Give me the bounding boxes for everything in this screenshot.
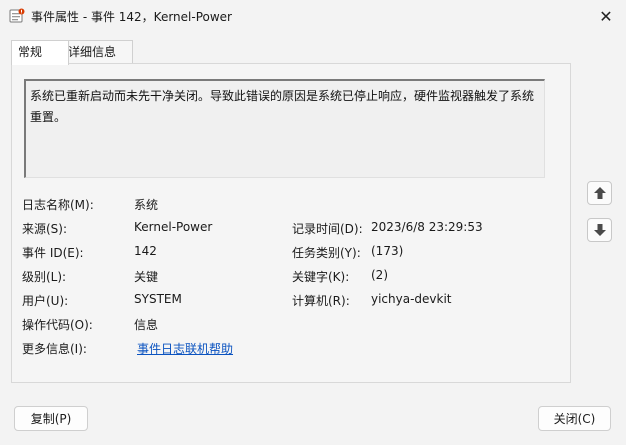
computer-label: 计算机(R): xyxy=(292,294,350,308)
event-viewer-icon xyxy=(9,8,25,23)
next-event-button[interactable] xyxy=(587,218,612,242)
tab-general[interactable]: 常规 xyxy=(11,40,69,65)
level-value: 关键 xyxy=(134,270,159,284)
event-description-box[interactable]: 系统已重新启动而未先干净关闭。导致此错误的原因是系统已停止响应，硬件监视器触发了… xyxy=(24,79,545,178)
event-id-value: 142 xyxy=(134,244,157,258)
log-name-value: 系统 xyxy=(134,198,159,212)
logged-value: 2023/6/8 23:29:53 xyxy=(371,220,483,234)
event-description-text: 系统已重新启动而未先干净关闭。导致此错误的原因是系统已停止响应，硬件监视器触发了… xyxy=(30,89,535,124)
event-properties-window: 事件属性 - 事件 142，Kernel-Power ✕ 常规 详细信息 系统已… xyxy=(0,0,626,445)
opcode-label: 操作代码(O): xyxy=(22,318,93,332)
task-category-label: 任务类别(Y): xyxy=(292,246,361,260)
source-value: Kernel-Power xyxy=(134,220,213,234)
close-window-button[interactable]: ✕ xyxy=(596,6,616,26)
copy-button[interactable]: 复制(P) xyxy=(14,406,88,431)
keywords-value: (2) xyxy=(371,268,388,282)
computer-value: yichya-devkit xyxy=(371,292,452,306)
window-title: 事件属性 - 事件 142，Kernel-Power xyxy=(31,10,232,24)
task-category-value: (173) xyxy=(371,244,404,258)
event-id-label: 事件 ID(E): xyxy=(22,246,84,260)
keywords-label: 关键字(K): xyxy=(292,270,350,284)
user-label: 用户(U): xyxy=(22,294,69,308)
arrow-down-icon xyxy=(593,224,606,236)
more-info-label: 更多信息(I): xyxy=(22,342,87,356)
user-value: SYSTEM xyxy=(134,292,182,306)
log-name-label: 日志名称(M): xyxy=(22,198,94,212)
level-label: 级别(L): xyxy=(22,270,67,284)
arrow-up-icon xyxy=(593,187,606,199)
opcode-value: 信息 xyxy=(134,318,159,332)
online-help-link[interactable]: 事件日志联机帮助 xyxy=(137,340,233,357)
title-bar[interactable]: 事件属性 - 事件 142，Kernel-Power ✕ xyxy=(0,0,626,32)
tab-details[interactable]: 详细信息 xyxy=(61,40,133,63)
logged-label: 记录时间(D): xyxy=(292,222,363,236)
previous-event-button[interactable] xyxy=(587,181,612,205)
close-button[interactable]: 关闭(C) xyxy=(538,406,611,431)
source-label: 来源(S): xyxy=(22,222,68,236)
